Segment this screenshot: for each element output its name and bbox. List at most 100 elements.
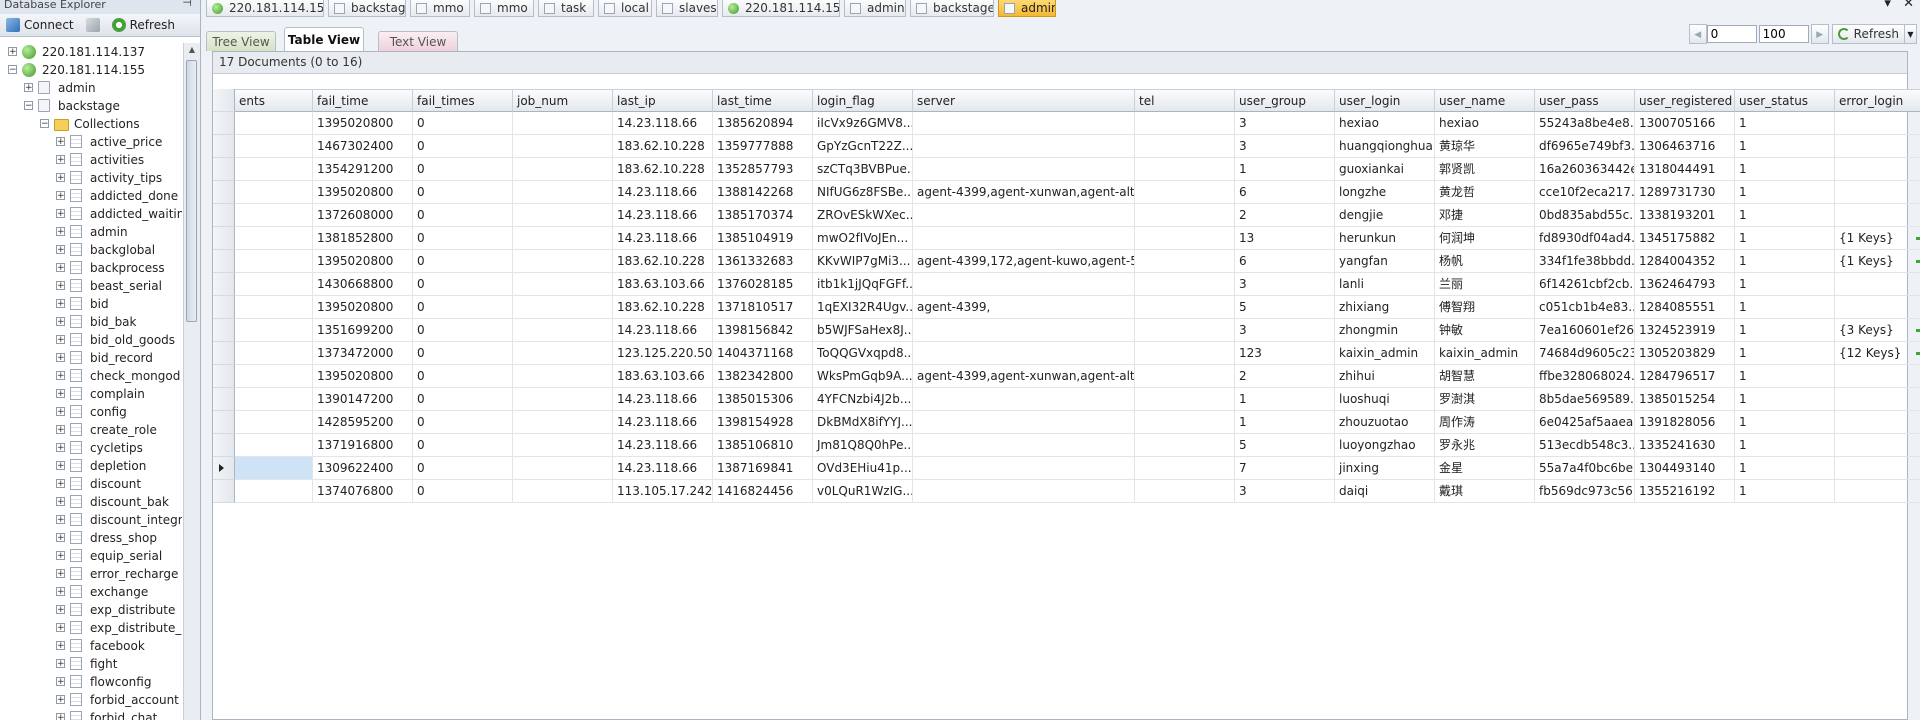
table-cell[interactable]: 183.62.10.228 — [613, 135, 713, 158]
table-cell[interactable]: 55a7a4f0bc6be... — [1535, 457, 1635, 480]
table-cell[interactable]: 1388142268 — [713, 181, 813, 204]
table-cell[interactable]: 1 — [1735, 204, 1835, 227]
row-header[interactable] — [213, 296, 235, 319]
table-cell[interactable]: 14.23.118.66 — [613, 411, 713, 434]
table-cell[interactable]: 3 — [1235, 112, 1335, 135]
table-cell[interactable] — [1135, 112, 1235, 135]
table-cell[interactable]: 1 — [1735, 273, 1835, 296]
table-cell[interactable]: 123.125.220.50 — [613, 342, 713, 365]
column-header[interactable]: login_flag — [813, 89, 913, 112]
table-cell[interactable] — [513, 411, 613, 434]
tree-collection-item[interactable]: + bid_bak — [0, 313, 182, 331]
table-cell[interactable]: 罗永兆 — [1435, 434, 1535, 457]
expand-icon[interactable]: + — [56, 227, 65, 237]
table-cell[interactable]: 周作涛 — [1435, 411, 1535, 434]
table-cell[interactable]: df6965e749bf3... — [1535, 135, 1635, 158]
tree-collection-item[interactable]: + error_recharge — [0, 565, 182, 583]
table-cell[interactable]: b5WJFSaHex8J... — [813, 319, 913, 342]
table-cell[interactable]: DkBMdX8ifYYJ... — [813, 411, 913, 434]
table-cell[interactable]: ffbe328068024... — [1535, 365, 1635, 388]
expand-icon[interactable]: + — [56, 191, 65, 201]
table-cell[interactable]: 傅智翔 — [1435, 296, 1535, 319]
expand-icon[interactable]: + — [56, 623, 65, 633]
table-cell[interactable] — [235, 342, 313, 365]
refresh-dropdown-icon[interactable]: ▼ — [1905, 24, 1917, 44]
table-cell[interactable]: 1 — [1735, 411, 1835, 434]
table-cell[interactable]: 1 — [1735, 135, 1835, 158]
tree-collection-item[interactable]: + exp_distribute_e — [0, 619, 182, 637]
table-cell[interactable] — [1835, 204, 1920, 227]
table-cell[interactable]: 1416824456 — [713, 480, 813, 503]
tree-collection-item[interactable]: + depletion — [0, 457, 182, 475]
table-cell[interactable]: 1355216192 — [1635, 480, 1735, 503]
tree-collection-item[interactable]: + check_mongod — [0, 367, 182, 385]
table-cell[interactable]: 1391828056 — [1635, 411, 1735, 434]
table-cell[interactable]: 0 — [413, 457, 513, 480]
pin-icon[interactable]: ⊣ — [182, 0, 192, 8]
table-cell[interactable]: 1362464793 — [1635, 273, 1735, 296]
tree-collection-item[interactable]: + activities — [0, 151, 182, 169]
table-cell[interactable]: 1 — [1735, 365, 1835, 388]
table-cell[interactable]: 1354291200 — [313, 158, 413, 181]
table-cell[interactable]: 0 — [413, 250, 513, 273]
breadcrumb-item[interactable]: mmo — [474, 0, 534, 17]
table-row[interactable]: 1395020800 0 183.62.10.228 1361332683 KKvWIP… — [213, 250, 1920, 273]
table-cell[interactable]: cce10f2eca217... — [1535, 181, 1635, 204]
table-row[interactable]: 1381852800 0 14.23.118.66 1385104919 mwO2fIV… — [213, 227, 1920, 250]
expand-icon[interactable]: + — [56, 533, 65, 543]
table-cell[interactable]: 0 — [413, 158, 513, 181]
breadcrumb-item[interactable]: 220.181.114.155 — [206, 0, 324, 17]
expand-icon[interactable]: + — [56, 299, 65, 309]
table-cell[interactable] — [235, 250, 313, 273]
breadcrumb-item[interactable]: admin — [844, 0, 906, 17]
table-cell[interactable] — [1135, 457, 1235, 480]
table-cell[interactable]: 1 — [1735, 388, 1835, 411]
expand-icon[interactable]: + — [56, 497, 65, 507]
refresh-tree-button[interactable]: Refresh — [108, 16, 179, 34]
table-cell[interactable]: 1 — [1735, 227, 1835, 250]
table-cell[interactable] — [513, 112, 613, 135]
row-header[interactable] — [213, 434, 235, 457]
table-cell[interactable] — [1135, 158, 1235, 181]
table-cell[interactable] — [1135, 342, 1235, 365]
table-cell[interactable]: zhixiang — [1335, 296, 1435, 319]
table-cell[interactable] — [235, 457, 313, 480]
table-cell[interactable]: iIcVx9z6GMV8... — [813, 112, 913, 135]
expand-icon[interactable]: + — [56, 695, 65, 705]
table-row[interactable]: 1390147200 0 14.23.118.66 1385015306 4YFCNzb… — [213, 388, 1920, 411]
tree-database[interactable]: + admin — [0, 79, 182, 97]
expand-icon[interactable]: + — [56, 677, 65, 687]
table-cell[interactable] — [235, 319, 313, 342]
table-cell[interactable]: mwO2fIVoJEn... — [813, 227, 913, 250]
column-header[interactable]: last_ip — [613, 89, 713, 112]
table-cell[interactable]: szCTq3BVBPue... — [813, 158, 913, 181]
table-cell[interactable] — [913, 158, 1135, 181]
table-row[interactable]: 1395020800 0 183.62.10.228 1371810517 1qEXI3… — [213, 296, 1920, 319]
table-cell[interactable] — [1835, 457, 1920, 480]
table-cell[interactable] — [1135, 227, 1235, 250]
table-cell[interactable]: 0 — [413, 365, 513, 388]
table-row[interactable]: 1309622400 0 14.23.118.66 1387169841 OVd3EHi… — [213, 457, 1920, 480]
tree-collections-folder[interactable]: − Collections — [0, 115, 182, 133]
table-cell[interactable]: 0 — [413, 411, 513, 434]
breadcrumb-item[interactable]: backstage — [328, 0, 406, 17]
row-header[interactable] — [213, 227, 235, 250]
expand-icon[interactable]: + — [56, 587, 65, 597]
expand-icon[interactable]: + — [56, 641, 65, 651]
table-cell[interactable]: 7 — [1235, 457, 1335, 480]
table-cell[interactable]: 1 — [1735, 158, 1835, 181]
column-header[interactable]: error_login — [1835, 89, 1920, 112]
expand-icon[interactable]: + — [56, 461, 65, 471]
table-cell[interactable]: 1306463716 — [1635, 135, 1735, 158]
table-cell[interactable]: OVd3EHiu41p... — [813, 457, 913, 480]
table-cell[interactable] — [513, 434, 613, 457]
table-cell[interactable]: agent-4399,agent-xunwan,agent-alta,... — [913, 181, 1135, 204]
collapse-icon[interactable]: − — [8, 65, 17, 75]
expand-icon[interactable]: + — [56, 605, 65, 615]
table-cell[interactable]: 0 — [413, 181, 513, 204]
table-cell[interactable]: 1284796517 — [1635, 365, 1735, 388]
table-cell[interactable]: 1309622400 — [313, 457, 413, 480]
expand-icon[interactable]: + — [8, 47, 17, 57]
table-cell[interactable]: 123 — [1235, 342, 1335, 365]
table-cell[interactable]: 1352857793 — [713, 158, 813, 181]
